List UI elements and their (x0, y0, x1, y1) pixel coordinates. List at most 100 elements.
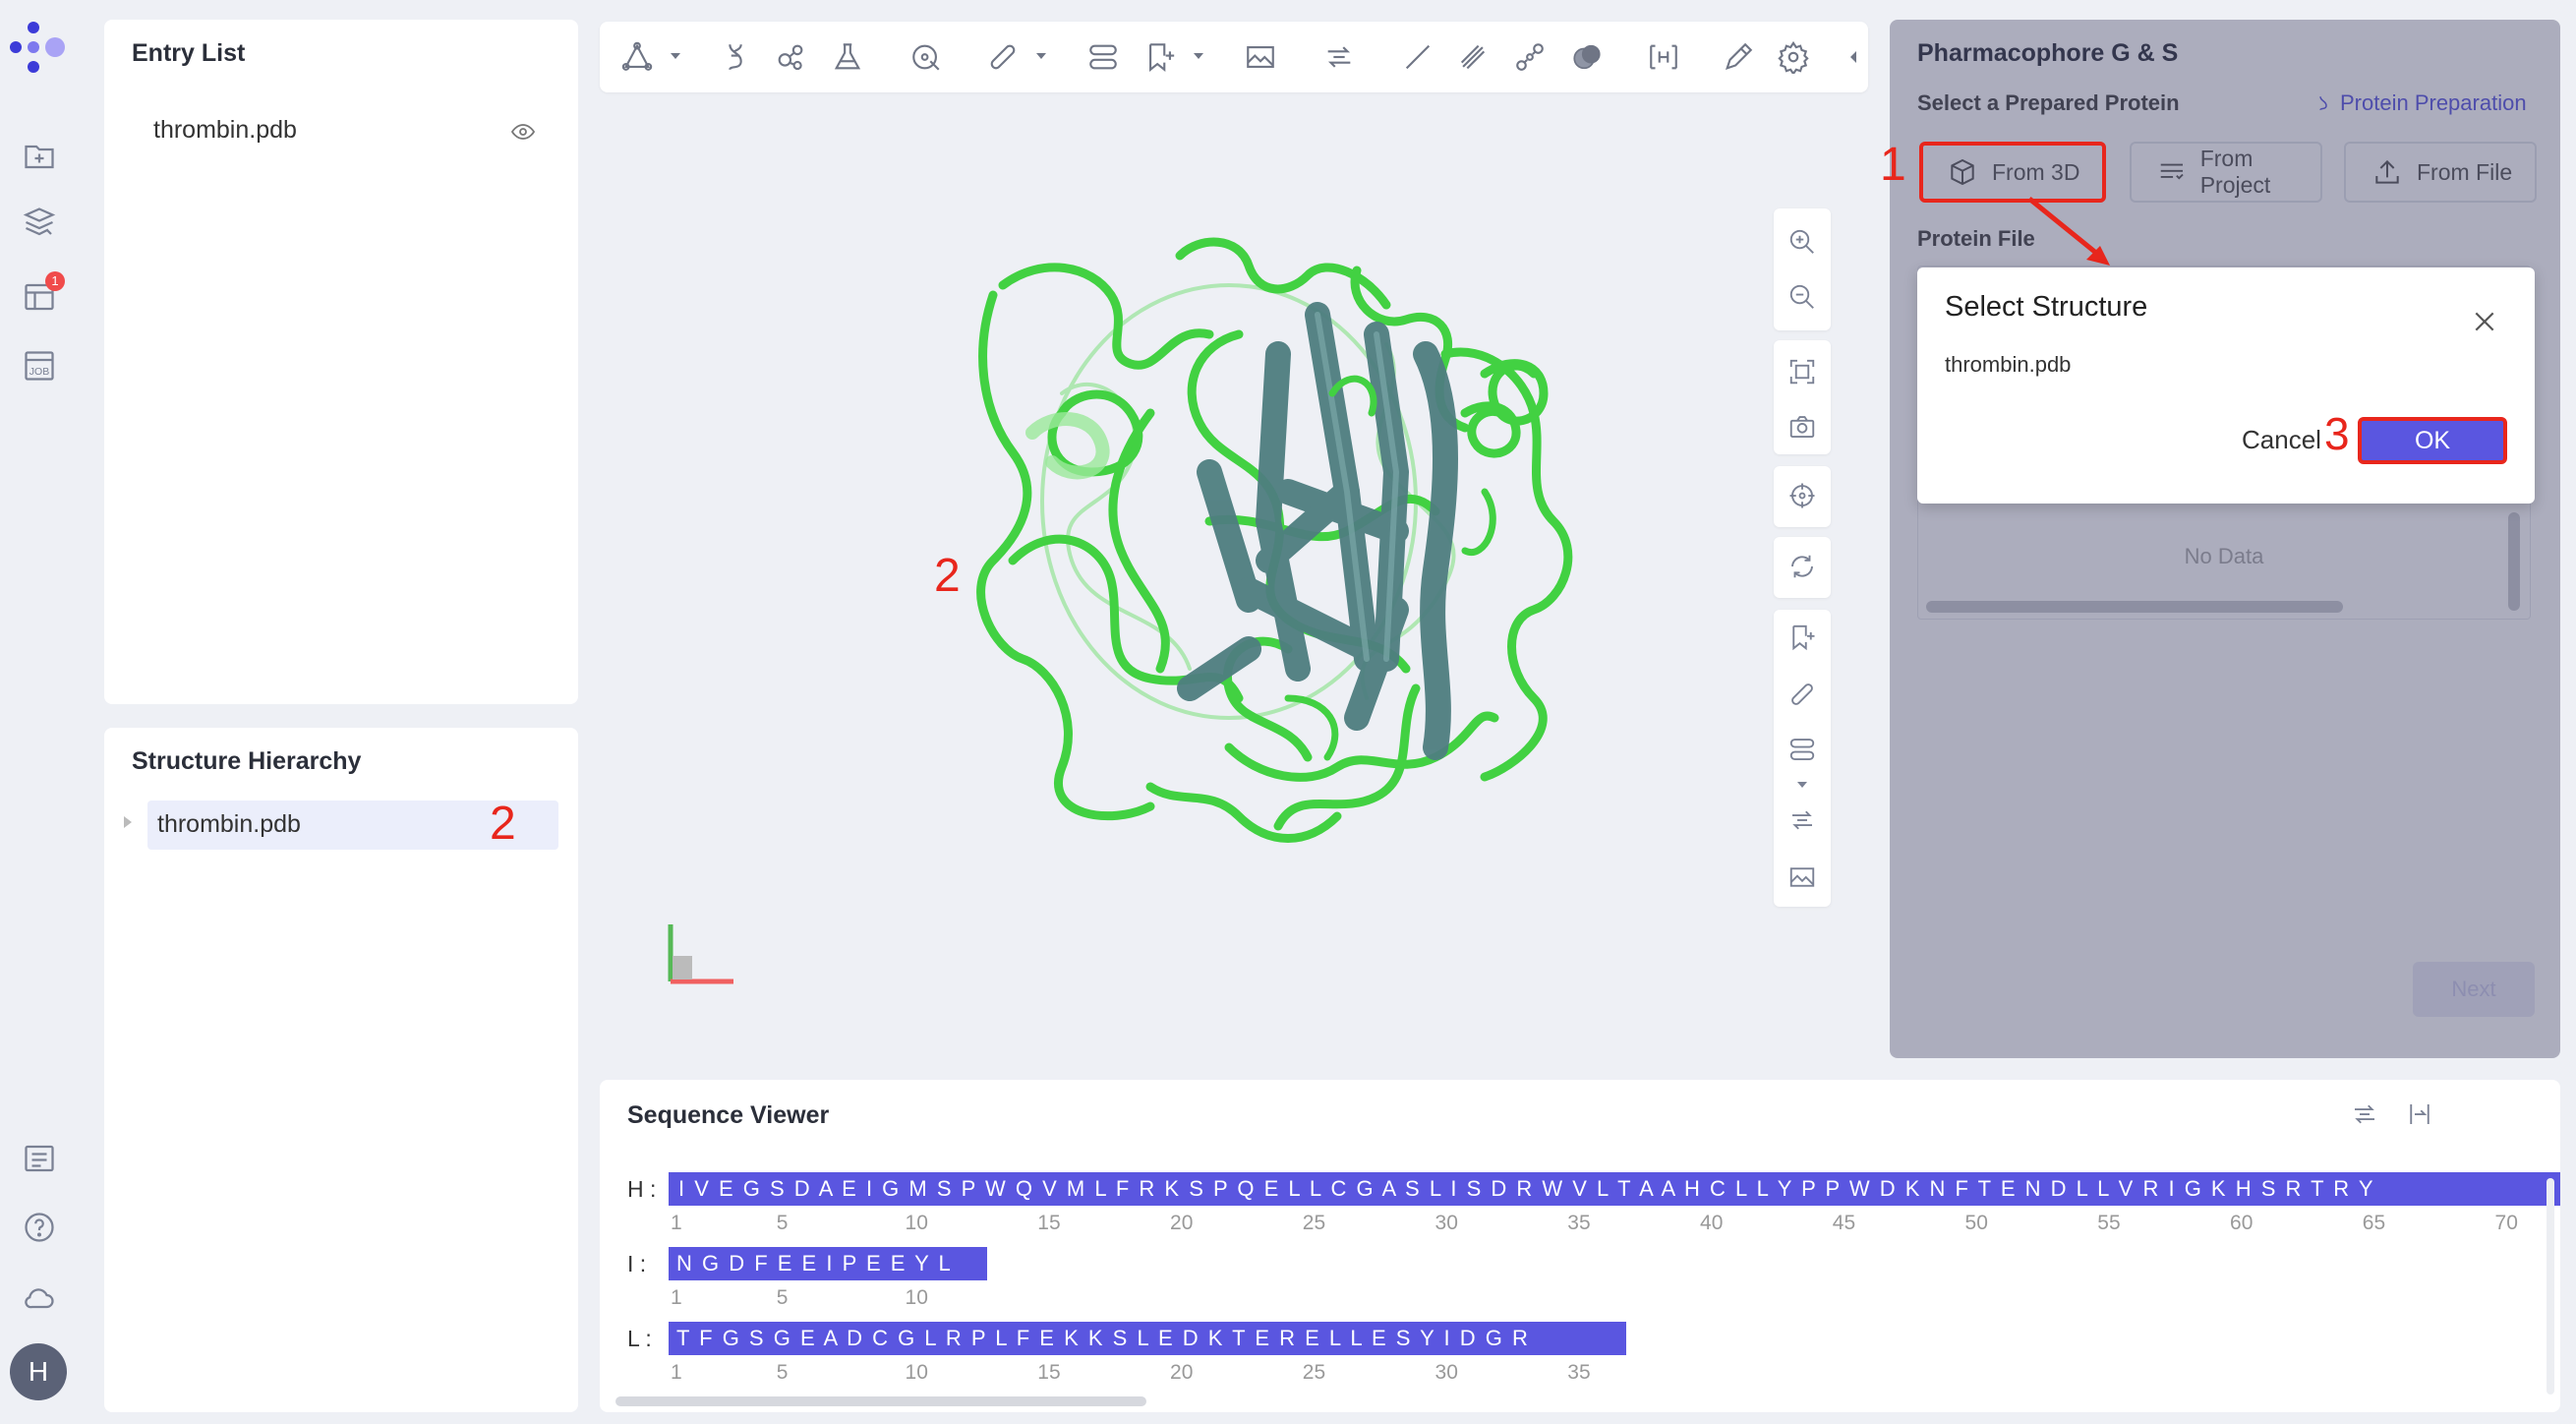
sequence-tick-label: 40 (1700, 1212, 1724, 1234)
entry-list-panel: Entry List thrombin.pdb (104, 20, 578, 704)
eye-icon[interactable] (509, 120, 537, 144)
atom-tool-icon[interactable] (619, 39, 655, 75)
filter-icon[interactable] (1785, 732, 1820, 767)
annotation-2-viewer: 2 (934, 550, 961, 602)
sequence-tick-label: 5 (776, 1361, 789, 1384)
swap-icon[interactable] (1321, 39, 1357, 75)
sequence-viewer-title: Sequence Viewer (627, 1101, 830, 1129)
sequence-tick-label: 1 (671, 1212, 682, 1234)
dialog-title: Select Structure (1945, 291, 2148, 323)
job-icon[interactable]: JOB (20, 346, 59, 386)
ok-label: OK (2414, 427, 2451, 454)
view-group (1774, 340, 1831, 454)
entry-list-title: Entry List (132, 39, 246, 67)
surface-icon[interactable] (1569, 39, 1605, 75)
chain-h-label: H : (627, 1176, 657, 1202)
sequence-tick-label: 10 (905, 1286, 928, 1309)
entry-list-item-label: thrombin.pdb (153, 116, 297, 144)
gear-icon[interactable] (1776, 39, 1811, 75)
sequence-tick-label: 30 (1434, 1361, 1458, 1384)
chevron-down-icon[interactable] (1796, 781, 1808, 789)
image-export-icon[interactable] (1243, 39, 1278, 75)
chevron-down-icon[interactable] (1034, 51, 1048, 61)
sequence-tick-label: 25 (1302, 1212, 1326, 1234)
zoom-group (1774, 208, 1831, 330)
camera-icon[interactable] (1785, 409, 1820, 445)
hydrogen-icon[interactable] (1646, 39, 1681, 75)
line-icon[interactable] (1400, 39, 1435, 75)
align-end-icon[interactable] (2405, 1099, 2434, 1129)
chain-i-sequence[interactable]: N G D F E E I P E E Y L (669, 1247, 987, 1280)
sequence-tick-label: 25 (1302, 1361, 1326, 1384)
chain-l-label: L : (627, 1326, 652, 1351)
chain-i-ticks: 1 5 10 (671, 1284, 1064, 1314)
sequence-horizontal-scrollbar[interactable] (615, 1396, 1146, 1406)
entry-list-item[interactable]: thrombin.pdb (132, 110, 564, 155)
ok-button[interactable]: OK (2358, 417, 2507, 464)
sequence-tick-label: 20 (1170, 1361, 1194, 1384)
sequence-tick-label: 10 (905, 1361, 928, 1384)
zoom-in-icon[interactable] (1785, 224, 1820, 260)
ball-stick-icon[interactable] (1512, 39, 1548, 75)
chain-h-ticks: 1 5 10 15 20 25 30 35 40 45 50 55 60 65 70 (671, 1210, 2560, 1239)
dna-icon[interactable] (718, 39, 753, 75)
pencil-icon[interactable] (1721, 39, 1756, 75)
annotation-1: 1 (1880, 139, 1906, 191)
sequence-tick-label: 30 (1434, 1212, 1458, 1234)
help-icon[interactable] (20, 1208, 59, 1247)
dots-logo[interactable] (8, 18, 71, 77)
select-target-icon[interactable] (908, 39, 944, 75)
bookmark-add-icon[interactable] (1142, 39, 1178, 75)
cancel-button[interactable]: Cancel (2242, 425, 2321, 455)
sequence-tick-label: 20 (1170, 1212, 1194, 1234)
layers-icon[interactable] (20, 203, 59, 242)
structure-hierarchy-title: Structure Hierarchy (132, 747, 362, 775)
zoom-out-icon[interactable] (1785, 279, 1820, 315)
chevron-down-icon[interactable] (1192, 51, 1205, 61)
sequence-tick-label: 45 (1832, 1212, 1856, 1234)
sequence-tick-label: 15 (1037, 1212, 1061, 1234)
chain-i-label: I : (627, 1251, 647, 1276)
chain-h-sequence[interactable]: I V E G S D A E I G M S P W Q V M L F R … (669, 1172, 2560, 1206)
sequence-vertical-scrollbar[interactable] (2547, 1178, 2554, 1394)
close-icon[interactable] (2472, 309, 2497, 334)
sequence-tick-label: 5 (776, 1212, 789, 1234)
rotate-icon[interactable] (1785, 549, 1820, 584)
cloud-icon[interactable] (20, 1278, 59, 1318)
chain-l-sequence[interactable]: T F G S G E A D C G L R P L F E K K S L … (669, 1322, 1626, 1355)
list-icon[interactable] (20, 1139, 59, 1178)
crosshair-icon[interactable] (1785, 478, 1820, 513)
molecule-icon[interactable] (773, 39, 808, 75)
dialog-structure-item[interactable]: thrombin.pdb (1945, 352, 2071, 378)
filter-icon[interactable] (1085, 39, 1121, 75)
chevron-down-icon[interactable] (669, 51, 682, 61)
fit-view-icon[interactable] (1785, 354, 1820, 389)
flask-icon[interactable] (830, 39, 865, 75)
sequence-viewer-panel: Sequence Viewer H : I V E G S D A E I G … (600, 1080, 2560, 1412)
measure-icon[interactable] (985, 39, 1021, 75)
collapse-left-icon[interactable] (1848, 49, 1858, 65)
sequence-tick-label: 65 (2362, 1212, 2386, 1234)
tree-item-label: thrombin.pdb (157, 810, 301, 838)
table-icon[interactable]: 1 (20, 271, 65, 317)
axis-indicator (668, 924, 733, 984)
add-folder-icon[interactable] (20, 136, 59, 175)
image-export-icon[interactable] (1785, 860, 1820, 895)
sequence-tick-label: 50 (1964, 1212, 1988, 1234)
main-toolbar (600, 22, 1868, 92)
swap-icon[interactable] (1785, 802, 1820, 838)
capsule-icon[interactable] (1455, 39, 1491, 75)
sequence-tick-label: 10 (905, 1212, 928, 1234)
molecule-viewport[interactable]: 2 (600, 98, 1868, 1058)
sequence-tick-label: 70 (2494, 1212, 2518, 1234)
swap-icon[interactable] (2350, 1099, 2379, 1129)
select-structure-dialog: Select Structure thrombin.pdb Cancel 3 O… (1917, 267, 2535, 504)
pharmacophore-panel: Pharmacophore G & S Select a Prepared Pr… (1890, 20, 2560, 1058)
bookmark-add-icon[interactable] (1785, 620, 1820, 655)
caret-right-icon[interactable] (124, 816, 132, 828)
notification-badge: 1 (45, 271, 65, 291)
sequence-tick-label: 55 (2097, 1212, 2121, 1234)
measure-icon[interactable] (1785, 677, 1820, 712)
chain-l-ticks: 1 5 10 15 20 25 30 35 (671, 1359, 1654, 1389)
avatar[interactable]: H (10, 1343, 67, 1400)
